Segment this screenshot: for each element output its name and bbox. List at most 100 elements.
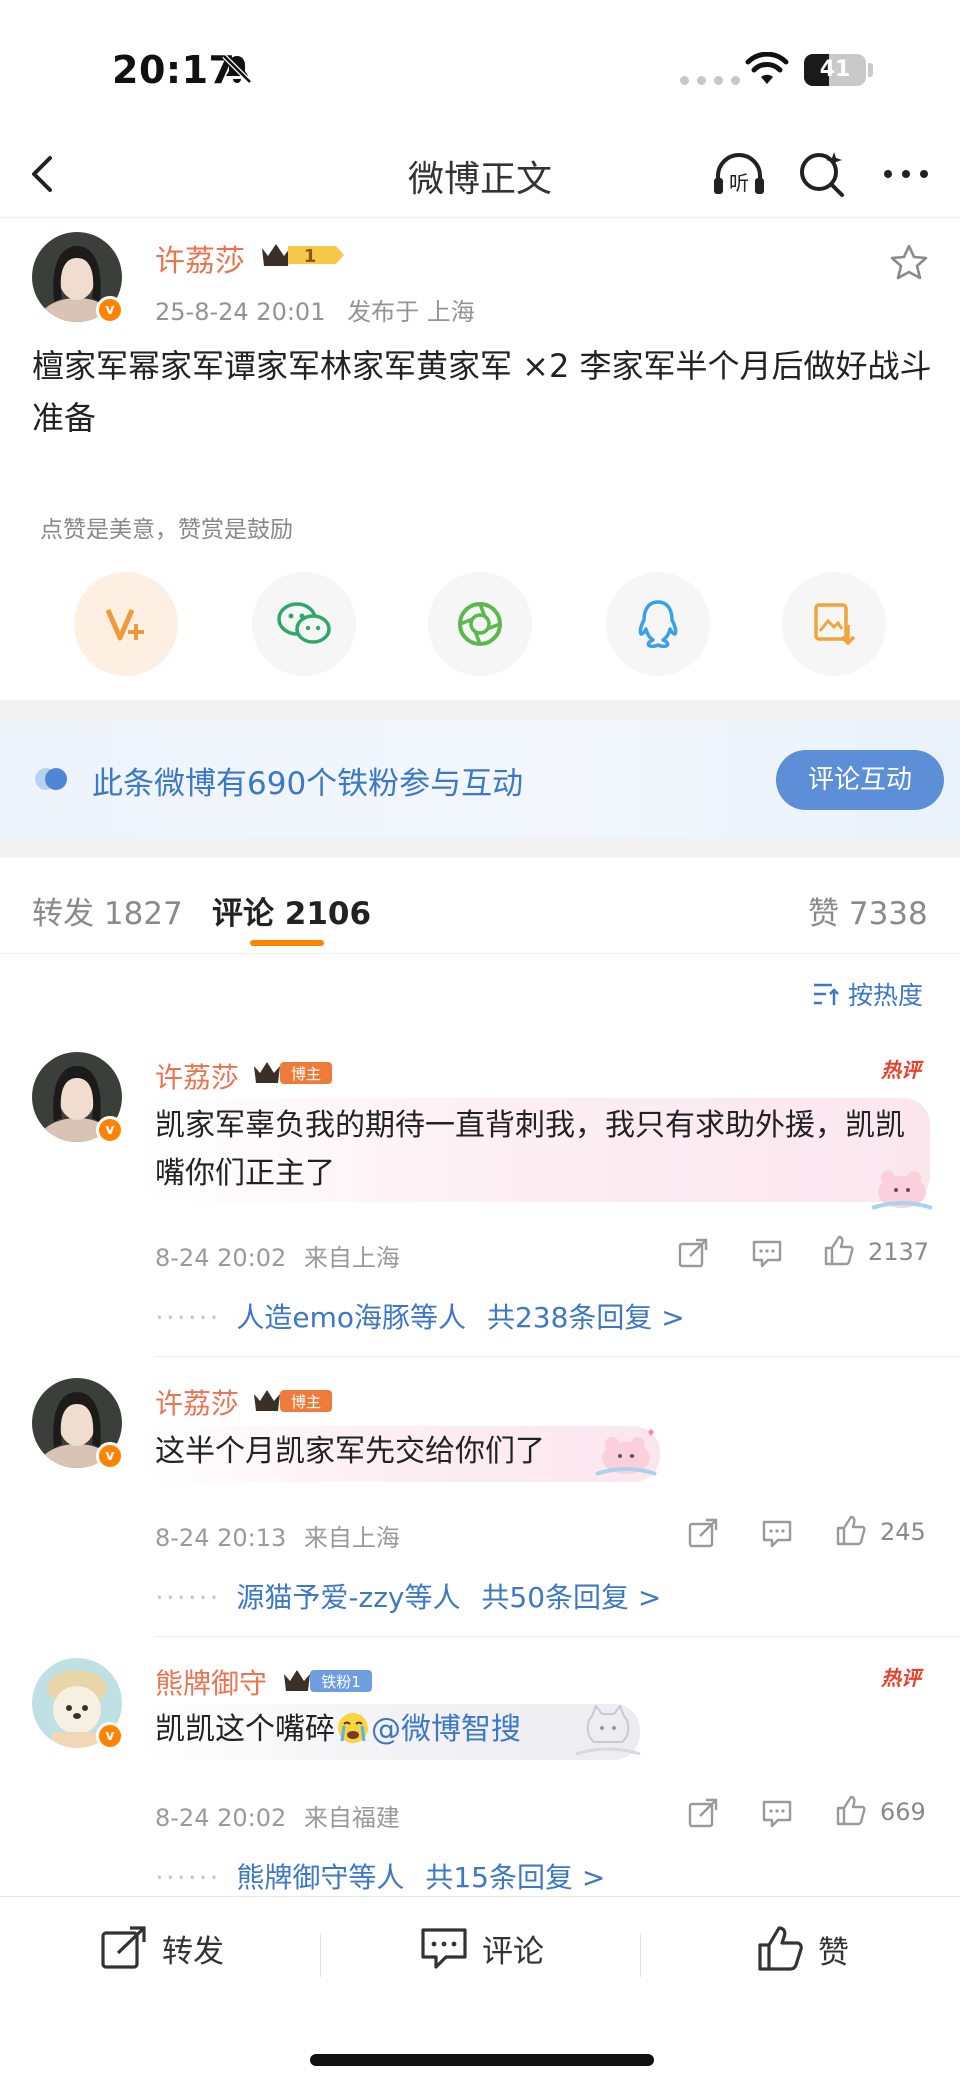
comment-icon[interactable] [760,1796,794,1830]
hot-comment-label: 热评 [880,1666,924,1690]
comment-location: 来自上海 [303,1524,400,1552]
avatar[interactable]: v [32,232,124,350]
comment-location: 来自福建 [303,1804,400,1832]
tab-likes-label: 赞 [808,896,839,932]
replies-leader: 熊牌御守等人 [236,1861,405,1894]
crying-emoji-icon [338,1713,368,1743]
post-author[interactable]: 许荔莎 [155,236,245,280]
comment-replies-link[interactable]: ······ 源猫予爱-zzy等人 共50条回复 > [155,1576,661,1616]
author-badge: 博主 [254,1062,332,1084]
replies-leader: 人造emo海豚等人 [236,1301,467,1334]
status-bar: 20:17 41 [0,0,960,130]
comment-divider [155,1636,960,1637]
comment-label: 评论 [482,1933,544,1970]
author-badge-label: 铁粉1 [321,1673,361,1691]
post-text: 檀家军幂家军谭家军林家军黄家军 ×2 李家军半个月后做好战斗准备 [32,347,932,437]
comment-likes: 669 [880,1798,926,1826]
comment-replies-link[interactable]: ······ 熊牌御守等人 共15条回复 > [155,1856,605,1896]
replies-lead-dots: ······ [155,1301,221,1334]
comment-interact-button[interactable]: 评论互动 [776,750,944,810]
comment-icon[interactable] [760,1516,794,1550]
signal-dots [680,76,740,85]
share-moments-button[interactable] [428,572,532,676]
comment-text: 这半个月凯家军先交给你们了 [155,1434,545,1469]
repost-button[interactable]: 转发 [100,1925,224,1971]
reward-button[interactable] [74,572,178,676]
sort-label: 按热度 [848,981,924,1010]
share-qq-button[interactable] [606,572,710,676]
post-meta: 25-8-24 20:01 发布于 上海 [155,292,475,327]
comment-author[interactable]: 许荔莎 [155,1056,239,1096]
comment-time: 8-24 20:02 [155,1244,287,1272]
ai-search-icon[interactable] [796,148,848,200]
comment-replies-link[interactable]: ······ 人造emo海豚等人 共238条回复 > [155,1296,685,1336]
section-gap [0,838,960,858]
hot-comment-tag: 热评 [880,1666,924,1690]
star-icon[interactable] [888,242,930,284]
like-icon[interactable] [834,1794,868,1828]
post-date: 25-8-24 20:01 [155,298,326,326]
bottom-divider [320,1933,321,1977]
replies-count: 共238条回复 > [486,1301,685,1334]
tab-comments-label: 评论 [212,896,274,932]
comment-time: 8-24 20:13 [155,1524,287,1552]
tab-comments-count: 2106 [284,896,372,932]
replies-count: 共50条回复 > [481,1581,662,1614]
comment-author[interactable]: 许荔莎 [155,1382,239,1422]
tab-repost-count: 1827 [103,896,183,932]
member-crown-badge[interactable]: 1 [258,240,344,270]
share-icon[interactable] [686,1516,720,1550]
like-button[interactable]: 赞 [756,1925,849,1973]
bottom-action-bar: 转发 评论 赞 [0,1896,960,2016]
comment-avatar[interactable]: v [32,1378,124,1496]
bell-slash-icon [222,54,252,84]
comment-text: 凯凯这个嘴碎 @微博智搜 [155,1706,915,1754]
comment-text-body: 凯凯这个嘴碎 [155,1712,335,1747]
verified-badge: v [96,1722,124,1750]
comment-button[interactable]: 评论 [420,1925,544,1971]
verified-badge: v [96,1116,124,1144]
qq-icon [638,600,678,649]
share-wechat-button[interactable] [252,572,356,676]
tab-comments[interactable]: 评论 2106 [212,888,371,933]
like-icon[interactable] [822,1234,856,1268]
comment-meta: 8-24 20:13 来自上海 [155,1518,400,1553]
share-icon[interactable] [676,1236,710,1270]
comment-avatar[interactable]: v [32,1052,124,1170]
wechat-icon [277,602,331,644]
section-gap [0,700,960,720]
comment-divider [155,1356,960,1357]
replies-leader: 源猫予爱-zzy等人 [236,1581,461,1614]
comment-icon[interactable] [750,1236,784,1270]
save-image-button[interactable] [782,572,886,676]
tab-repost-label: 转发 [32,896,94,932]
wifi-icon [745,52,789,84]
sort-by-hot[interactable]: 按热度 [812,976,923,1012]
status-time: 20:17 [112,48,236,92]
tab-likes[interactable]: 赞 7338 [808,888,928,933]
listen-icon[interactable]: 听 [710,148,768,200]
replies-count: 共15条回复 > [425,1861,606,1894]
like-icon[interactable] [834,1514,868,1548]
battery-tip [868,63,873,77]
fans-icon [35,768,67,790]
comment-likes: 245 [880,1518,926,1546]
tab-bar: 转发 1827 评论 2106 赞 7338 [0,858,960,954]
reward-hint: 点赞是美意，赞赏是鼓励 [40,517,293,543]
tab-repost[interactable]: 转发 1827 [32,888,183,933]
tab-likes-count: 7338 [848,896,928,932]
share-icon[interactable] [686,1796,720,1830]
more-icon[interactable] [878,148,934,200]
fans-banner[interactable]: 此条微博有690个铁粉参与互动 评论互动 [0,720,960,838]
verified-badge: v [96,296,124,324]
author-badge: 博主 [254,1390,332,1412]
replies-lead-dots: ······ [155,1861,221,1894]
comment-author[interactable]: 熊牌御守 [155,1662,267,1702]
home-indicator[interactable] [310,2054,654,2066]
save-image-icon [814,603,856,646]
comment-meta: 8-24 20:02 来自上海 [155,1238,400,1273]
comment-avatar[interactable]: v [32,1658,124,1750]
bottom-divider [640,1933,641,1977]
mention-link[interactable]: @微博智搜 [371,1712,521,1747]
repost-icon [101,1926,146,1969]
